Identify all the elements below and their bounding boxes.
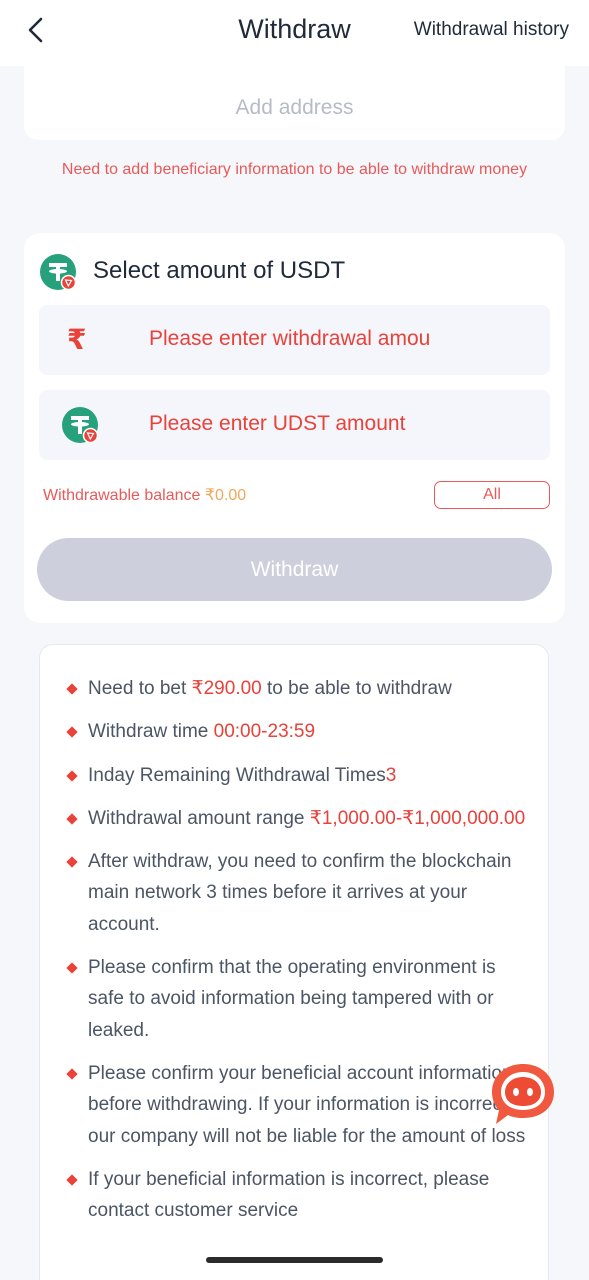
rule-value: ₹290.00 [191, 678, 262, 699]
rule-text: Please confirm that the operating enviro… [88, 957, 496, 1041]
add-address-card[interactable]: Add address [24, 66, 565, 140]
usdt-tron-icon [40, 254, 77, 291]
rule-item: Please confirm your beneficial account i… [66, 1058, 530, 1152]
diamond-bullet-icon [66, 1174, 78, 1186]
diamond-bullet-icon [66, 1068, 78, 1080]
rule-value: 3 [385, 764, 397, 786]
rule-text: Inday Remaining Withdrawal Times [88, 764, 386, 786]
rule-text: Withdraw time [88, 721, 214, 743]
withdrawable-balance: Withdrawable balance ₹0.00 [43, 485, 246, 505]
diamond-bullet-icon [66, 683, 78, 695]
home-indicator [206, 1257, 383, 1263]
balance-label: Withdrawable balance [43, 487, 205, 504]
add-address-label: Add address [235, 96, 354, 119]
usdt-tron-icon [62, 407, 99, 444]
balance-value: ₹0.00 [204, 487, 247, 504]
withdraw-rules-panel: Need to bet ₹290.00 to be able to withdr… [39, 644, 549, 1280]
rule-item: Withdraw time 00:00-23:59 [66, 716, 530, 747]
rule-value: 00:00-23:59 [213, 721, 316, 743]
customer-service-chat-icon[interactable] [488, 1060, 558, 1128]
usdt-amount-input[interactable]: Please enter UDST amount [39, 390, 550, 460]
inr-amount-placeholder: Please enter withdrawal amou [149, 327, 431, 350]
rule-item: Inday Remaining Withdrawal Times3 [66, 760, 530, 791]
header-bar: Withdraw Withdrawal history [0, 0, 589, 66]
inr-amount-input[interactable]: ₹ Please enter withdrawal amou [39, 305, 550, 375]
amount-section-title: Select amount of USDT [93, 257, 346, 284]
rule-text: If your beneficial information is incorr… [88, 1168, 490, 1222]
rule-item: After withdraw, you need to confirm the … [66, 846, 530, 940]
rule-item: If your beneficial information is incorr… [66, 1164, 530, 1227]
rule-text: After withdraw, you need to confirm the … [88, 851, 512, 935]
usdt-amount-placeholder: Please enter UDST amount [149, 412, 406, 435]
withdraw-button[interactable]: Withdraw [37, 538, 552, 601]
diamond-bullet-icon [66, 856, 78, 868]
rule-item: Withdrawal amount range ₹1,000.00-₹1,000… [66, 803, 530, 834]
rule-text: Need to bet [88, 678, 192, 699]
diamond-bullet-icon [66, 726, 78, 738]
amount-card: Select amount of USDT ₹ Please enter wit… [24, 233, 565, 623]
beneficiary-notice: Need to add beneficiary information to b… [61, 161, 528, 178]
diamond-bullet-icon [66, 769, 78, 782]
rule-text: Please confirm your beneficial account i… [88, 1062, 526, 1147]
rule-text: to be able to withdraw [261, 678, 452, 699]
rule-item: Need to bet ₹290.00 to be able to withdr… [66, 673, 530, 704]
diamond-bullet-icon [66, 813, 78, 825]
rule-text: Withdrawal amount range [88, 807, 310, 829]
diamond-bullet-icon [66, 962, 78, 974]
rule-value: ₹1,000.00-₹1,000,000.00 [309, 807, 526, 829]
rupee-icon: ₹ [67, 323, 87, 356]
all-button[interactable]: All [434, 481, 550, 509]
withdrawal-history-link[interactable]: Withdrawal history [414, 19, 569, 41]
rule-item: Please confirm that the operating enviro… [66, 952, 530, 1046]
